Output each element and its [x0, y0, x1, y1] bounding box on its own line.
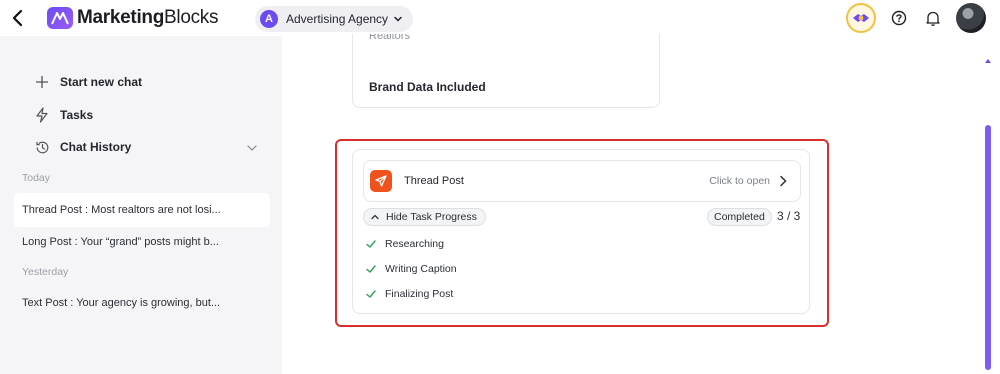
check-icon — [366, 240, 376, 248]
hide-task-progress-label: Hide Task Progress — [386, 211, 477, 223]
agency-initial-badge: A — [260, 10, 278, 28]
start-new-chat-label: Start new chat — [60, 75, 143, 89]
bolt-icon — [34, 107, 50, 123]
app-name: MarketingBlocks — [77, 7, 219, 28]
bell-icon[interactable] — [922, 7, 944, 29]
section-label-yesterday: Yesterday — [22, 266, 69, 278]
sidebar-item-chat-history[interactable]: Chat History — [34, 139, 131, 155]
avatar[interactable] — [956, 3, 986, 33]
click-to-open-label: Click to open — [709, 175, 770, 187]
scroll-up-arrow-icon[interactable] — [985, 58, 991, 64]
help-circle-icon[interactable] — [888, 7, 910, 29]
progress-step: Finalizing Post — [365, 288, 453, 300]
history-item[interactable]: Thread Post : Most realtors are not losi… — [14, 193, 270, 227]
top-actions — [846, 3, 986, 33]
top-bar: MarketingBlocks A Advertising Agency — [0, 0, 1000, 36]
section-label-today: Today — [22, 172, 51, 184]
send-icon — [370, 170, 392, 192]
sidebar: Start new chat Tasks Chat History Today … — [0, 36, 282, 374]
rewards-coin-icon[interactable] — [846, 3, 876, 33]
tasks-label: Tasks — [60, 108, 94, 122]
app-logo[interactable]: MarketingBlocks — [47, 7, 219, 29]
scrollbar-thumb[interactable] — [985, 125, 991, 370]
previous-message-card: Realtors Brand Data Included — [352, 34, 660, 108]
progress-step: Researching — [365, 238, 444, 250]
chat-history-label: Chat History — [60, 140, 132, 154]
step-label: Researching — [385, 238, 444, 250]
chevron-up-icon — [371, 214, 379, 220]
hide-task-progress-button[interactable]: Hide Task Progress — [363, 208, 486, 226]
agency-selector[interactable]: A Advertising Agency — [255, 6, 414, 32]
truncated-text: Realtors — [369, 34, 410, 42]
clock-history-icon — [34, 139, 50, 155]
chevron-down-icon[interactable] — [246, 142, 258, 154]
progress-step: Writing Caption — [365, 263, 457, 275]
check-icon — [366, 290, 376, 298]
agency-name: Advertising Agency — [286, 12, 389, 26]
chevron-left-icon[interactable] — [10, 9, 26, 27]
plus-icon — [34, 74, 50, 90]
logo-mark-icon — [47, 7, 73, 29]
open-task-button[interactable]: Thread Post Click to open — [363, 160, 801, 202]
task-card: Thread Post Click to open Hide Task Prog… — [352, 149, 810, 314]
chevron-right-icon — [780, 175, 787, 187]
step-label: Writing Caption — [385, 263, 457, 275]
history-item[interactable]: Long Post : Your “grand” posts might b..… — [22, 236, 219, 248]
brand-data-label: Brand Data Included — [369, 80, 486, 94]
check-icon — [366, 265, 376, 273]
start-new-chat-button[interactable]: Start new chat — [34, 74, 142, 90]
sidebar-item-tasks[interactable]: Tasks — [34, 107, 93, 123]
chat-main: Realtors Brand Data Included Thread Post… — [282, 34, 1000, 374]
status-badge: Completed — [707, 208, 772, 226]
progress-count: 3 / 3 — [777, 209, 801, 223]
history-item[interactable]: Text Post : Your agency is growing, but.… — [22, 297, 220, 309]
chevron-down-icon — [394, 16, 402, 22]
step-label: Finalizing Post — [385, 288, 454, 300]
task-title: Thread Post — [404, 175, 464, 187]
